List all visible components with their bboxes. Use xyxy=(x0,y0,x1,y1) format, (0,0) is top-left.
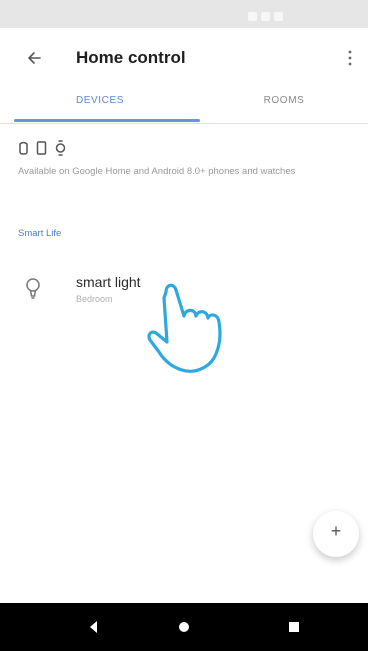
status-bar xyxy=(0,0,368,28)
nav-home-button[interactable] xyxy=(174,617,194,637)
device-room: Bedroom xyxy=(76,294,113,304)
nav-back-button[interactable] xyxy=(84,617,104,637)
watch-icon xyxy=(55,140,66,161)
plus-icon: + xyxy=(330,521,342,541)
lightbulb-icon xyxy=(24,276,42,304)
phone-icon xyxy=(36,141,47,160)
overflow-menu-button[interactable] xyxy=(344,46,356,72)
tab-rooms[interactable]: ROOMS xyxy=(200,88,368,124)
nav-home-icon xyxy=(179,622,189,632)
nav-back-icon xyxy=(90,621,97,633)
tab-bar: DEVICES ROOMS xyxy=(0,88,368,124)
status-icons xyxy=(248,8,298,21)
arrow-back-icon xyxy=(28,52,41,64)
nav-recent-icon xyxy=(289,622,299,632)
pointing-hand-icon xyxy=(147,283,222,373)
section-title: Smart Life xyxy=(18,228,62,239)
tab-divider xyxy=(0,123,368,124)
page-title: Home control xyxy=(76,48,186,67)
back-button[interactable] xyxy=(22,46,50,70)
device-name: smart light xyxy=(76,274,141,290)
system-nav-bar xyxy=(0,603,368,651)
screen: Home control DEVICES ROOMS Available on … xyxy=(0,0,368,651)
tab-indicator xyxy=(14,119,200,122)
more-vert-icon xyxy=(348,50,352,66)
speaker-icon xyxy=(18,141,29,160)
availability-text: Available on Google Home and Android 8.0… xyxy=(18,166,296,177)
add-fab-button[interactable]: + xyxy=(313,511,359,557)
app-bar: Home control xyxy=(0,28,368,88)
nav-recent-button[interactable] xyxy=(284,617,304,637)
device-type-icons xyxy=(18,140,69,160)
